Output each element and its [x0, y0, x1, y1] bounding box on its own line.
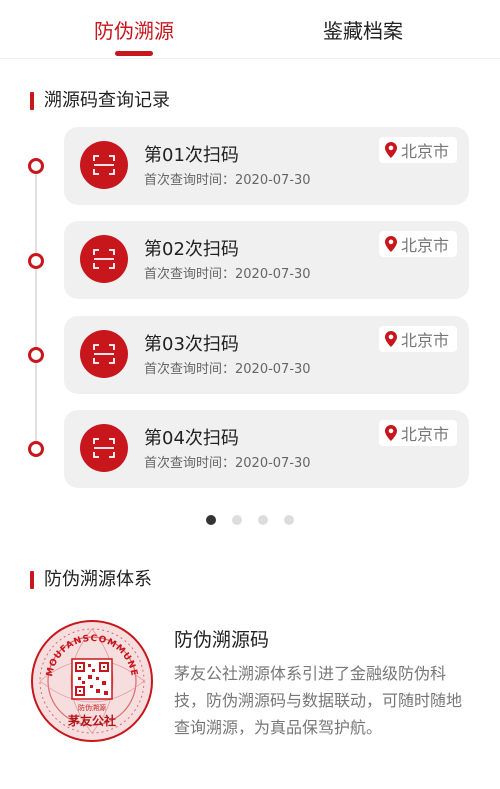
top-tab-bar: 防伪溯源 鉴藏档案: [0, 0, 500, 59]
map-pin-icon: [384, 331, 397, 347]
active-tab-indicator: [115, 51, 153, 56]
scan-frame-icon: [80, 424, 128, 472]
scan-record-card[interactable]: 第04次扫码 首次查询时间：2020-07-30 北京市: [64, 410, 469, 488]
tab-collection-archive[interactable]: 鉴藏档案: [288, 16, 438, 46]
timeline-dot: [28, 347, 44, 363]
location-text: 北京市: [400, 331, 449, 350]
pager-dot[interactable]: [258, 515, 268, 525]
timeline-dot: [28, 253, 44, 269]
timeline-line: [35, 165, 37, 448]
scan-record-title: 第02次扫码: [144, 239, 239, 260]
system-description: 茅友公社溯源体系引进了金融级防伪科技，防伪溯源码与数据联动，可随时随地查询溯源，…: [174, 664, 463, 737]
location-text: 北京市: [400, 236, 449, 255]
scan-frame-icon: [80, 235, 128, 283]
records-section-title: 溯源码查询记录: [44, 90, 170, 111]
map-pin-icon: [384, 236, 397, 252]
map-pin-icon: [384, 425, 397, 441]
scan-record-title: 第03次扫码: [144, 334, 239, 355]
scan-record-time: 首次查询时间：2020-07-30: [144, 456, 311, 471]
seal-inner-label: 防伪溯源: [78, 703, 106, 712]
pager-dot[interactable]: [232, 515, 242, 525]
scan-frame-icon: [80, 330, 128, 378]
system-section-title: 防伪溯源体系: [44, 569, 152, 590]
scan-record-card[interactable]: 第01次扫码 首次查询时间：2020-07-30 北京市: [64, 127, 469, 205]
seal-bottom-text: 茅友公社: [68, 713, 116, 728]
system-card-title: 防伪溯源码: [174, 629, 270, 651]
timeline-dot: [28, 441, 44, 457]
scan-record-card[interactable]: 第02次扫码 首次查询时间：2020-07-30 北京市: [64, 221, 469, 299]
timeline-dot: [28, 158, 44, 174]
location-tag: 北京市: [378, 420, 457, 446]
pager-dot-active[interactable]: [206, 515, 216, 525]
scan-record-time: 首次查询时间：2020-07-30: [144, 362, 311, 377]
location-tag: 北京市: [378, 326, 457, 352]
location-text: 北京市: [400, 142, 449, 161]
section-accent-bar: [30, 571, 34, 589]
scan-record-card[interactable]: 第03次扫码 首次查询时间：2020-07-30 北京市: [64, 316, 469, 394]
anti-counterfeit-seal: MOUFANSCOMMUNE 防伪溯源 茅友公社: [30, 619, 154, 743]
scan-record-title: 第04次扫码: [144, 428, 239, 449]
pager-dot[interactable]: [284, 515, 294, 525]
location-tag: 北京市: [378, 231, 457, 257]
location-text: 北京市: [400, 425, 449, 444]
scan-record-time: 首次查询时间：2020-07-30: [144, 173, 311, 188]
location-tag: 北京市: [378, 137, 457, 163]
map-pin-icon: [384, 142, 397, 158]
scan-record-title: 第01次扫码: [144, 145, 239, 166]
tab-anti-counterfeit-trace[interactable]: 防伪溯源: [59, 16, 209, 46]
section-accent-bar: [30, 92, 34, 110]
scan-record-time: 首次查询时间：2020-07-30: [144, 267, 311, 282]
scan-frame-icon: [80, 141, 128, 189]
